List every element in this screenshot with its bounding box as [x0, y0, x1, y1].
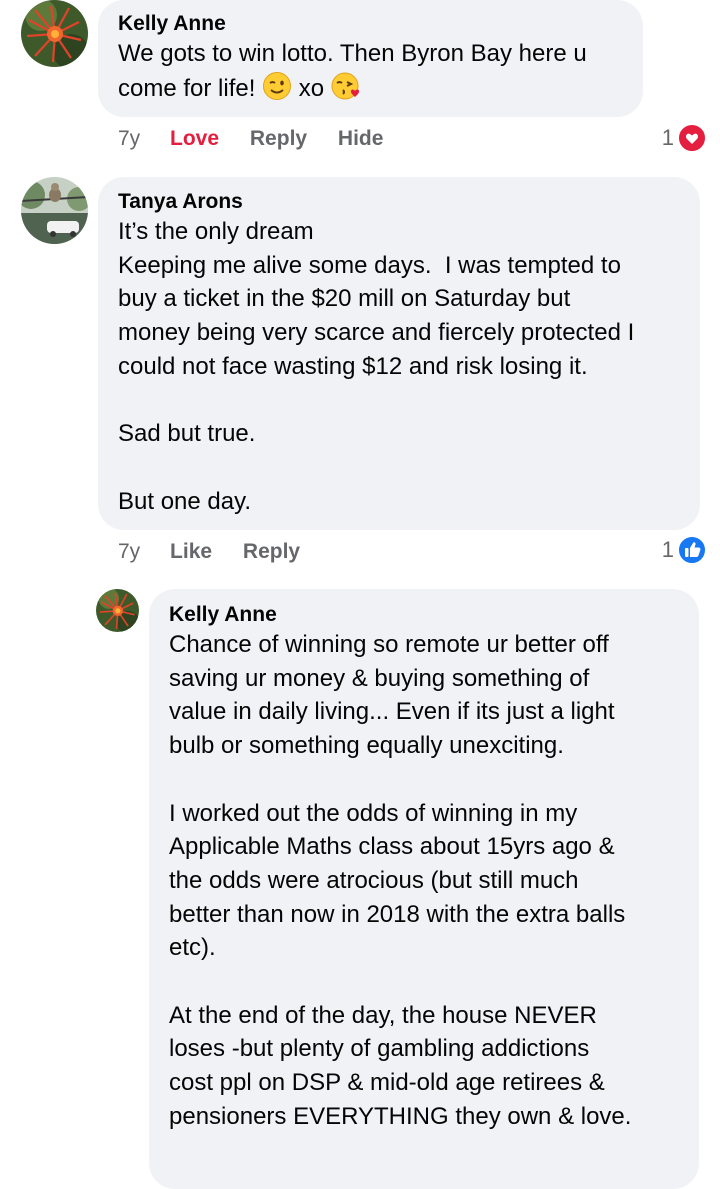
comment-text: Chance of winning so remote ur better of…	[169, 631, 632, 1130]
avatar-tanya-arons[interactable]	[21, 177, 88, 244]
comment-bubble[interactable]: Tanya Arons It’s the only dream Keeping …	[98, 177, 700, 530]
comment-author[interactable]: Kelly Anne	[169, 602, 679, 628]
comment-author[interactable]: Kelly Anne	[118, 11, 623, 37]
face-blowing-kiss-icon	[331, 72, 359, 100]
heart-icon	[677, 123, 707, 153]
like-button[interactable]: Like	[170, 540, 212, 563]
comment-bubble[interactable]: Kelly Anne Chance of winning so remote u…	[149, 589, 699, 1189]
comment-text: It’s the only dream Keeping me alive som…	[118, 218, 635, 515]
comment-bubble[interactable]: Kelly Anne We gots to win lotto. Then By…	[98, 0, 643, 117]
comment-text: We gots to win lotto. Then Byron Bay her…	[118, 40, 587, 102]
avatar-kelly-anne[interactable]	[96, 589, 139, 632]
comment-age: 7y	[118, 127, 141, 150]
comment-author[interactable]: Tanya Arons	[118, 189, 680, 215]
reaction-summary[interactable]: 1	[662, 123, 707, 153]
comment-actions: 7y Like Reply	[118, 539, 300, 565]
reply-button[interactable]: Reply	[250, 127, 307, 150]
hide-button[interactable]: Hide	[338, 127, 384, 150]
reaction-count: 1	[661, 125, 674, 150]
reaction-count: 1	[661, 537, 674, 562]
winking-face-icon	[263, 71, 292, 100]
love-button[interactable]: Love	[170, 127, 219, 150]
comment-actions: 7y Love Reply Hide	[118, 126, 383, 152]
reaction-summary[interactable]: 1	[662, 535, 707, 565]
avatar-kelly-anne[interactable]	[21, 0, 88, 67]
thumbs-up-icon	[677, 535, 707, 565]
reply-button[interactable]: Reply	[243, 540, 300, 563]
comment-age: 7y	[118, 540, 141, 563]
